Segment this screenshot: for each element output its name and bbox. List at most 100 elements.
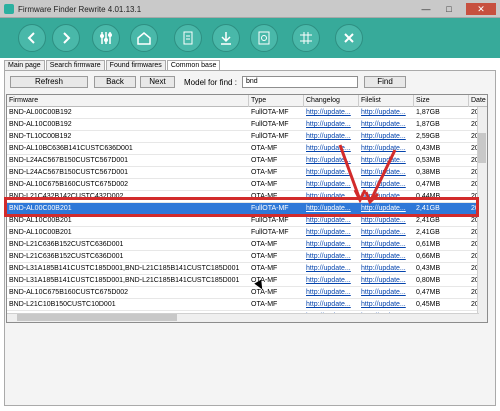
size-cell: 0,80MB xyxy=(416,277,441,284)
changelog-link[interactable]: http://update... xyxy=(304,251,359,263)
filelist-link[interactable]: http://update... xyxy=(359,239,414,251)
size-cell: 0,47MB xyxy=(416,289,441,296)
type-cell: OTA-MF xyxy=(251,241,278,248)
header-firmware[interactable]: Firmware xyxy=(7,95,249,107)
header-size[interactable]: Size xyxy=(414,95,469,107)
table-row[interactable]: BND-AL10C00B201 FullOTA-MF http://update..… xyxy=(7,227,487,239)
size-cell: 2,59GB xyxy=(416,133,440,140)
grid-icon[interactable] xyxy=(292,24,320,52)
type-cell: FullOTA-MF xyxy=(251,133,289,140)
firmware-cell: BND-AL10BC636B141CUSTC636D001 xyxy=(9,145,133,152)
minimize-icon[interactable]: — xyxy=(415,3,437,15)
vertical-scroll-thumb[interactable] xyxy=(478,133,486,163)
filelist-link[interactable]: http://update... xyxy=(359,251,414,263)
table-row[interactable]: BND-L21C636B152CUSTC636D001 OTA-MF http://… xyxy=(7,251,487,263)
home-icon[interactable] xyxy=(130,24,158,52)
red-arrows xyxy=(338,144,397,205)
firmware-cell: BND-L21C10B150CUSTC10D001 xyxy=(9,301,116,308)
search-file-icon[interactable] xyxy=(250,24,278,52)
sliders-icon[interactable] xyxy=(92,24,120,52)
close-icon[interactable] xyxy=(335,24,363,52)
type-cell: OTA-MF xyxy=(251,253,278,260)
header-changelog[interactable]: Changelog xyxy=(304,95,359,107)
horizontal-scrollbar[interactable] xyxy=(7,313,479,322)
type-cell: OTA-MF xyxy=(251,157,278,164)
size-cell: 0,47MB xyxy=(416,181,441,188)
header-type[interactable]: Type xyxy=(249,95,304,107)
firmware-cell: BND-L24AC567B150CUSTC567D001 xyxy=(9,157,129,164)
type-cell: OTA-MF xyxy=(251,169,278,176)
changelog-link[interactable]: http://update... xyxy=(304,287,359,299)
refresh-button[interactable]: Refresh xyxy=(10,76,88,88)
header-filelist[interactable]: Filelist xyxy=(359,95,414,107)
firmware-cell: BND-AL10C00B192 xyxy=(9,121,72,128)
table-row[interactable]: BND-L31A185B141CUSTC185D001,BND-L21C185B… xyxy=(7,263,487,275)
filelist-link[interactable]: http://update... xyxy=(359,263,414,275)
toolbar xyxy=(0,18,500,58)
size-cell: 0,43MB xyxy=(416,265,441,272)
close-window-icon[interactable]: ✕ xyxy=(466,3,496,15)
size-cell: 2,41GB xyxy=(416,205,440,212)
table-row[interactable]: BND-L31A185B141CUSTC185D001,BND-L21C185B… xyxy=(7,275,487,287)
table-row[interactable]: BND-L21C636B152CUSTC636D001 OTA-MF http://… xyxy=(7,239,487,251)
table-row[interactable]: BND-AL10C675B160CUSTC675D002 OTA-MF http:/… xyxy=(7,287,487,299)
firmware-cell: BND-L21C636B152CUSTC636D001 xyxy=(9,253,124,260)
model-search-input[interactable]: bnd xyxy=(242,76,358,88)
header-date[interactable]: Date xyxy=(469,95,487,107)
filelist-link[interactable]: http://update... xyxy=(359,275,414,287)
type-cell: FullOTA-MF xyxy=(251,109,289,116)
back-circle-icon[interactable] xyxy=(18,24,46,52)
type-cell: FullOTA-MF xyxy=(251,217,289,224)
changelog-link[interactable]: http://update... xyxy=(304,107,359,119)
type-cell: OTA-MF xyxy=(251,265,278,272)
table-row[interactable]: BND-L21C10B150CUSTC10D001 OTA-MF http://up… xyxy=(7,299,487,311)
firmware-cell: BND-L21C636B152CUSTC636D001 xyxy=(9,241,124,248)
size-cell: 0,44MB xyxy=(416,193,441,200)
horizontal-scroll-thumb[interactable] xyxy=(17,314,177,321)
filelist-link[interactable]: http://update... xyxy=(359,299,414,311)
size-cell: 0,61MB xyxy=(416,241,441,248)
find-button[interactable]: Find xyxy=(364,76,406,88)
firmware-cell: BND-AL10C675B160CUSTC675D002 xyxy=(9,289,129,296)
firmware-cell: BND-AL00C00B192 xyxy=(9,109,72,116)
download-icon[interactable] xyxy=(212,24,240,52)
type-cell: FullOTA-MF xyxy=(251,205,289,212)
filelist-link[interactable]: http://update... xyxy=(359,227,414,239)
size-cell: 2,41GB xyxy=(416,217,440,224)
type-cell: OTA-MF xyxy=(251,181,278,188)
document-icon[interactable] xyxy=(174,24,202,52)
size-cell: 1,87GB xyxy=(416,121,440,128)
model-label: Model for find : xyxy=(184,78,237,87)
size-cell: 0,43MB xyxy=(416,145,441,152)
back-button[interactable]: Back xyxy=(94,76,136,88)
size-cell: 0,53MB xyxy=(416,157,441,164)
firmware-cell: BND-L24AC567B150CUSTC567D001 xyxy=(9,169,129,176)
filelist-link[interactable]: http://update... xyxy=(359,107,414,119)
size-cell: 2,41GB xyxy=(416,229,440,236)
changelog-link[interactable]: http://update... xyxy=(304,239,359,251)
firmware-cell: BND-AL00C00B201 xyxy=(9,205,72,212)
maximize-icon[interactable]: □ xyxy=(438,3,460,15)
firmware-cell: BND-AL10C00B201 xyxy=(9,229,72,236)
vertical-scrollbar[interactable] xyxy=(477,107,487,322)
size-cell: 0,45MB xyxy=(416,301,441,308)
app-icon xyxy=(4,4,14,14)
filelist-link[interactable]: http://update... xyxy=(359,287,414,299)
firmware-cell: BND-L31A185B141CUSTC185D001,BND-L21C185B… xyxy=(9,265,240,272)
forward-circle-icon[interactable] xyxy=(52,24,80,52)
table-header: Firmware Type Changelog Filelist Size Da… xyxy=(7,95,487,107)
type-cell: FullOTA-MF xyxy=(251,229,289,236)
app-window: Firmware Finder Rewrite 4.01.13.1 — □ ✕ … xyxy=(0,0,500,411)
type-cell: OTA-MF xyxy=(251,301,278,308)
window-title: Firmware Finder Rewrite 4.01.13.1 xyxy=(18,5,142,14)
type-cell: FullOTA-MF xyxy=(251,121,289,128)
firmware-cell: BND-AL10C00B201 xyxy=(9,217,72,224)
type-cell: OTA-MF xyxy=(251,193,278,200)
table-row[interactable]: BND-AL00C00B192 FullOTA-MF http://update..… xyxy=(7,107,487,119)
changelog-link[interactable]: http://update... xyxy=(304,263,359,275)
changelog-link[interactable]: http://update... xyxy=(304,275,359,287)
changelog-link[interactable]: http://update... xyxy=(304,299,359,311)
firmware-cell: BND-TL10C00B192 xyxy=(9,133,72,140)
changelog-link[interactable]: http://update... xyxy=(304,227,359,239)
next-button[interactable]: Next xyxy=(140,76,175,88)
